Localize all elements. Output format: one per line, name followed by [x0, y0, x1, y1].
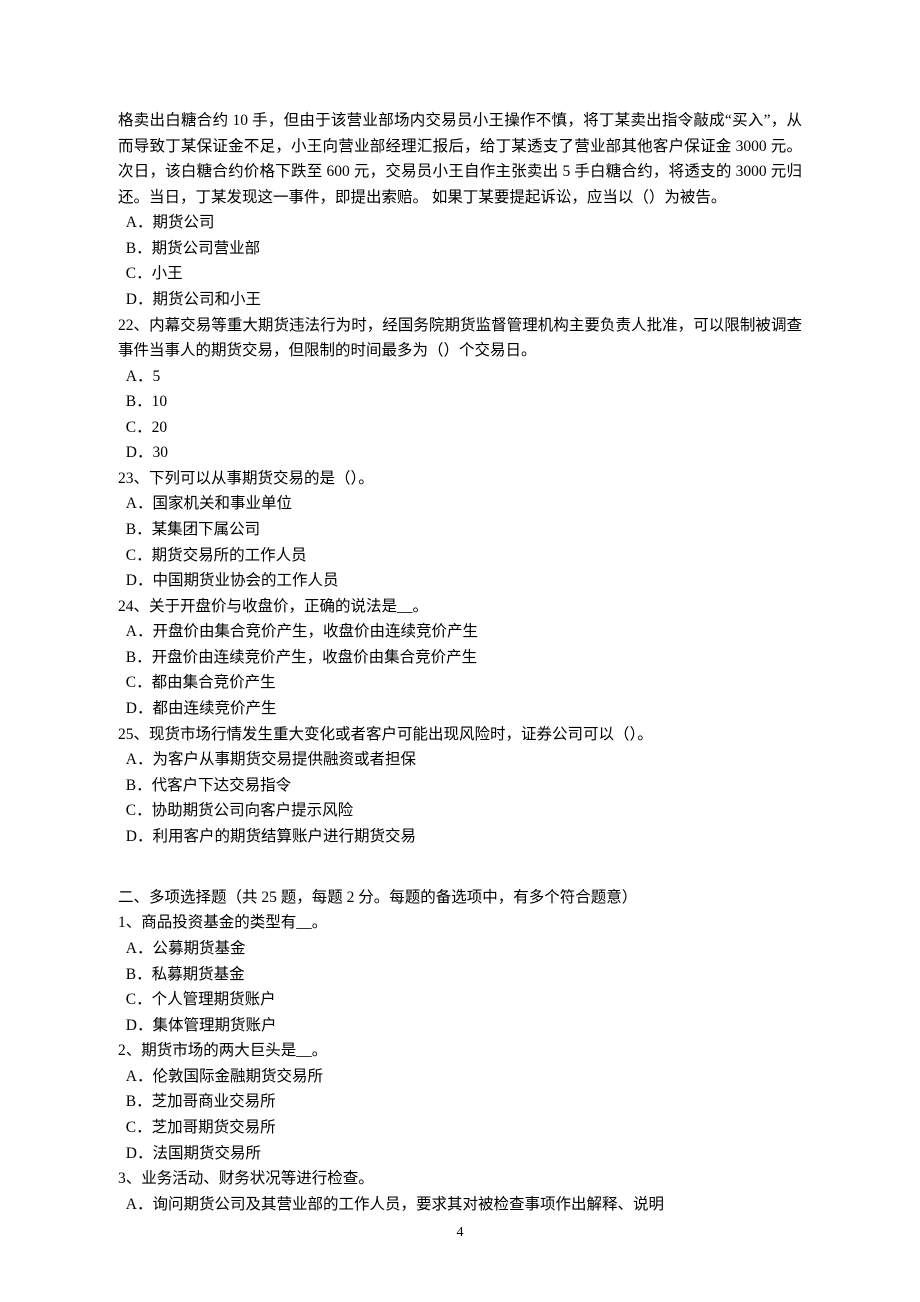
- q25-option-d: D．利用客户的期货结算账户进行期货交易: [118, 824, 802, 850]
- mq1-option-b: B．私募期货基金: [118, 962, 802, 988]
- q21-option-b: B．期货公司营业部: [118, 236, 802, 262]
- q23-option-a: A．国家机关和事业单位: [118, 491, 802, 517]
- mq1-stem: 1、商品投资基金的类型有__。: [118, 910, 802, 936]
- mq1-option-c: C．个人管理期货账户: [118, 987, 802, 1013]
- intro-paragraph: 格卖出白糖合约 10 手，但由于该营业部场内交易员小王操作不慎，将丁某卖出指令敲…: [118, 108, 802, 210]
- q21-option-a: A．期货公司: [118, 210, 802, 236]
- q23-stem: 23、下列可以从事期货交易的是（）。: [118, 466, 802, 492]
- q22-option-d: D．30: [118, 440, 802, 466]
- q22-option-c: C．20: [118, 415, 802, 441]
- mq2-option-b: B．芝加哥商业交易所: [118, 1089, 802, 1115]
- mq2-option-c: C．芝加哥期货交易所: [118, 1115, 802, 1141]
- q21-option-c: C．小王: [118, 261, 802, 287]
- mq3-option-a: A．询问期货公司及其营业部的工作人员，要求其对被检查事项作出解释、说明: [118, 1192, 802, 1218]
- q22-stem: 22、内幕交易等重大期货违法行为时，经国务院期货监督管理机构主要负责人批准，可以…: [118, 313, 802, 364]
- document-page: 格卖出白糖合约 10 手，但由于该营业部场内交易员小王操作不慎，将丁某卖出指令敲…: [0, 0, 920, 1302]
- q24-option-b: B．开盘价由连续竞价产生，收盘价由集合竞价产生: [118, 645, 802, 671]
- q23-option-c: C．期货交易所的工作人员: [118, 543, 802, 569]
- mq3-stem: 3、业务活动、财务状况等进行检查。: [118, 1166, 802, 1192]
- q25-stem: 25、现货市场行情发生重大变化或者客户可能出现风险时，证券公司可以（）。: [118, 722, 802, 748]
- q22-option-b: B．10: [118, 389, 802, 415]
- section2-title: 二、多项选择题（共 25 题，每题 2 分。每题的备选项中，有多个符合题意）: [118, 885, 802, 911]
- q24-option-a: A．开盘价由集合竞价产生，收盘价由连续竞价产生: [118, 619, 802, 645]
- mq2-option-a: A．伦敦国际金融期货交易所: [118, 1064, 802, 1090]
- q24-option-d: D．都由连续竞价产生: [118, 696, 802, 722]
- q23-option-d: D．中国期货业协会的工作人员: [118, 568, 802, 594]
- q24-stem: 24、关于开盘价与收盘价，正确的说法是__。: [118, 594, 802, 620]
- mq2-stem: 2、期货市场的两大巨头是__。: [118, 1038, 802, 1064]
- q21-option-d: D．期货公司和小王: [118, 287, 802, 313]
- mq1-option-a: A．公募期货基金: [118, 936, 802, 962]
- q23-option-b: B．某集团下属公司: [118, 517, 802, 543]
- q25-option-c: C．协助期货公司向客户提示风险: [118, 798, 802, 824]
- q25-option-a: A．为客户从事期货交易提供融资或者担保: [118, 747, 802, 773]
- page-number: 4: [0, 1221, 920, 1244]
- q22-option-a: A．5: [118, 364, 802, 390]
- mq1-option-d: D．集体管理期货账户: [118, 1013, 802, 1039]
- mq2-option-d: D．法国期货交易所: [118, 1141, 802, 1167]
- q25-option-b: B．代客户下达交易指令: [118, 773, 802, 799]
- q24-option-c: C．都由集合竞价产生: [118, 670, 802, 696]
